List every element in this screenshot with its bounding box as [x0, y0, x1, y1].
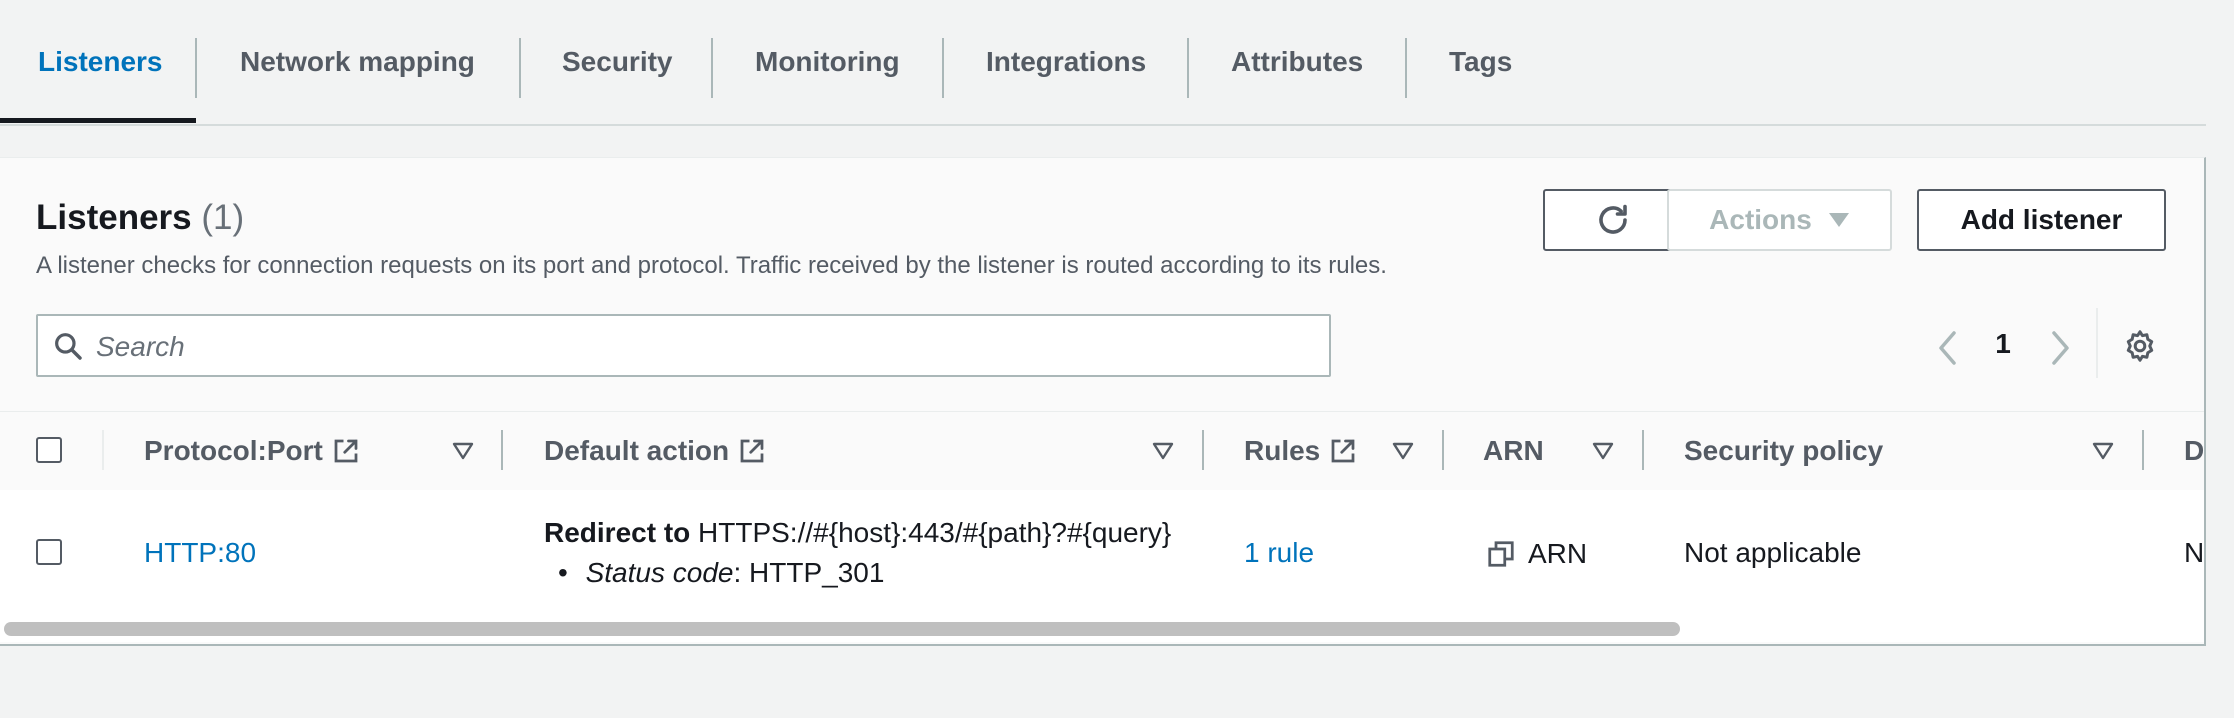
tab-divider [519, 38, 521, 98]
column-divider[interactable] [1202, 430, 1204, 470]
tab-divider [1405, 38, 1407, 98]
listeners-panel: Listeners (1) A listener checks for conn… [0, 157, 2206, 646]
rules-link[interactable]: 1 rule [1244, 537, 1314, 569]
panel-title: Listeners (1) [36, 198, 244, 238]
panel-title-text: Listeners [36, 198, 192, 237]
column-divider[interactable] [501, 430, 503, 470]
caret-down-icon [1828, 213, 1849, 227]
next-page-icon[interactable] [2048, 330, 2072, 366]
add-listener-button[interactable]: Add listener [1917, 189, 2166, 251]
status-code-label: Status code [585, 557, 734, 588]
copy-icon[interactable] [1486, 539, 1516, 569]
tab-divider [195, 38, 197, 98]
column-divider[interactable] [2142, 430, 2144, 470]
pagination-divider [2096, 308, 2098, 378]
tab-divider [942, 38, 944, 98]
sort-icon[interactable] [1152, 442, 1174, 460]
select-all-checkbox[interactable] [36, 437, 62, 463]
table-row: HTTP:80 Redirect to HTTPS://#{host}:443/… [0, 490, 2204, 614]
scrollbar-thumb[interactable] [4, 622, 1680, 636]
search-field[interactable] [36, 314, 1331, 377]
column-header-arn[interactable]: ARN [1483, 412, 1544, 490]
sort-icon[interactable] [1592, 442, 1614, 460]
search-input[interactable] [94, 316, 1318, 377]
tab-attributes[interactable]: Attributes [1231, 0, 1363, 124]
actions-button[interactable]: Actions [1667, 189, 1892, 251]
listener-count: (1) [201, 198, 245, 237]
active-tab-indicator [0, 118, 196, 123]
refresh-icon [1599, 204, 1627, 234]
tab-divider [1187, 38, 1189, 98]
protocol-port-link[interactable]: HTTP:80 [144, 537, 256, 569]
external-link-icon [334, 439, 358, 463]
tab-tags[interactable]: Tags [1449, 0, 1512, 124]
row-select-checkbox[interactable] [36, 539, 62, 565]
redirect-target: HTTPS://#{host}:443/#{path}?#{query} [698, 517, 1172, 548]
tab-monitoring[interactable]: Monitoring [755, 0, 900, 124]
external-link-icon [1331, 439, 1355, 463]
redirect-prefix: Redirect to [544, 517, 691, 548]
arn-cell: ARN [1486, 538, 1587, 570]
current-page-number[interactable]: 1 [1990, 328, 2016, 360]
status-code-value: : HTTP_301 [733, 557, 885, 588]
tab-integrations[interactable]: Integrations [986, 0, 1146, 124]
status-code-item: • Status code: HTTP_301 [558, 557, 884, 589]
tab-listeners[interactable]: Listeners [38, 0, 163, 124]
column-header-default-action[interactable]: Default action [544, 412, 767, 490]
security-policy-value: Not applicable [1684, 537, 1862, 568]
column-header-label: De [2184, 435, 2204, 466]
column-divider[interactable] [1642, 430, 1644, 470]
column-header-label: Protocol:Port [144, 435, 323, 466]
previous-page-icon[interactable] [1936, 330, 1960, 366]
column-header-security-policy[interactable]: Security policy [1684, 412, 1883, 490]
horizontal-scrollbar[interactable] [0, 614, 2204, 642]
panel-description: A listener checks for connection request… [36, 252, 1387, 279]
tab-divider [711, 38, 713, 98]
tab-network-mapping[interactable]: Network mapping [240, 0, 475, 124]
column-header-protocol-port[interactable]: Protocol:Port [144, 412, 361, 490]
sort-icon[interactable] [1392, 442, 1414, 460]
column-header-truncated[interactable]: De [2184, 412, 2204, 490]
sort-icon[interactable] [452, 442, 474, 460]
column-header-label: Default action [544, 435, 730, 466]
column-header-rules[interactable]: Rules [1244, 412, 1358, 490]
default-action-cell: Redirect to HTTPS://#{host}:443/#{path}?… [544, 517, 1171, 549]
column-header-label: ARN [1483, 435, 1544, 466]
arn-label: ARN [1528, 538, 1588, 569]
external-link-icon [740, 439, 764, 463]
tab-bar: Listeners Network mapping Security Monit… [0, 0, 2206, 126]
truncated-cell: N [2184, 537, 2204, 568]
bullet: • [558, 557, 568, 588]
column-divider[interactable] [1442, 430, 1444, 470]
column-header-label: Rules [1244, 435, 1321, 466]
refresh-button[interactable] [1543, 189, 1683, 251]
tab-security[interactable]: Security [562, 0, 673, 124]
sort-icon[interactable] [2092, 442, 2114, 460]
search-icon [55, 333, 82, 360]
gear-icon[interactable] [2122, 328, 2158, 364]
table-header: Protocol:Port Default action Rules ARN S… [0, 411, 2204, 491]
column-divider [102, 430, 104, 470]
actions-label: Actions [1709, 204, 1812, 235]
column-header-label: Security policy [1684, 435, 1884, 466]
